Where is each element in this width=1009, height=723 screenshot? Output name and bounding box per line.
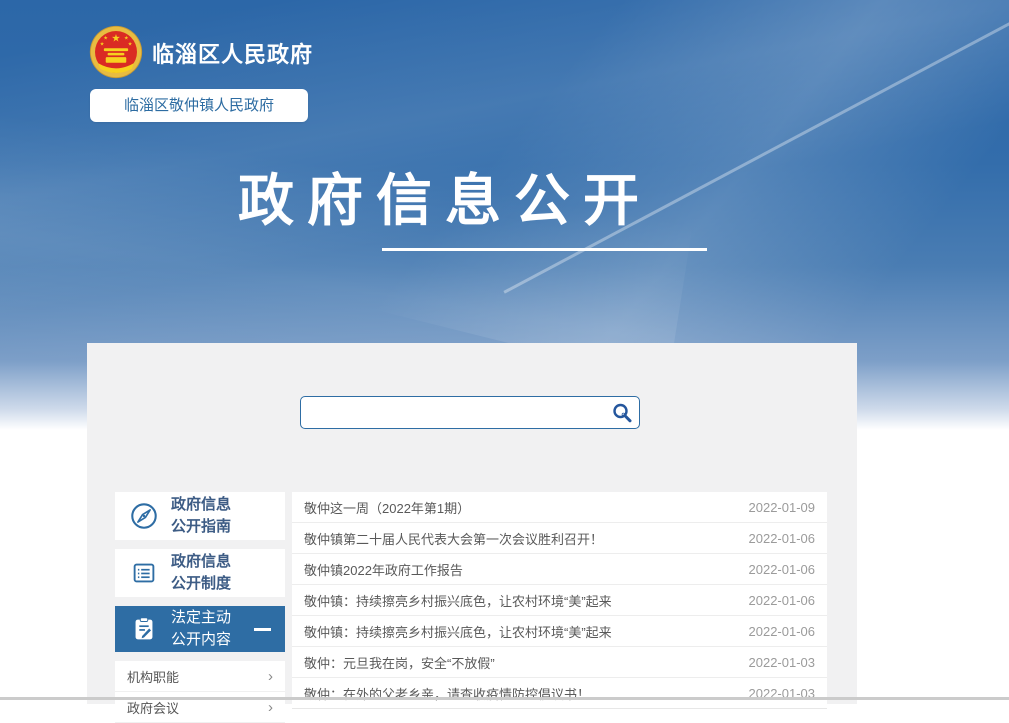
clipboard-edit-icon: [129, 614, 159, 644]
news-date: 2022-01-03: [749, 655, 816, 670]
news-row[interactable]: 敬仲这一周（2022年第1期） 2022-01-09: [292, 492, 827, 523]
submenu-item-label: 政府会议: [127, 698, 179, 717]
svg-text:★: ★: [128, 41, 133, 47]
search-icon: [611, 402, 633, 424]
news-title[interactable]: 敬仲镇：持续擦亮乡村振兴底色，让农村环境“美”起来: [304, 622, 612, 641]
national-emblem-icon: ★ ★ ★ ★ ★: [88, 24, 144, 80]
news-title[interactable]: 敬仲这一周（2022年第1期）: [304, 498, 470, 517]
search-button[interactable]: [605, 397, 639, 428]
news-row[interactable]: 敬仲：元旦我在岗，安全“不放假” 2022-01-03: [292, 647, 827, 678]
sidebar-item-rules[interactable]: 政府信息 公开制度: [115, 549, 285, 597]
news-title[interactable]: 敬仲：元旦我在岗，安全“不放假”: [304, 653, 495, 672]
news-list: 敬仲这一周（2022年第1期） 2022-01-09 敬仲镇第二十届人民代表大会…: [292, 492, 827, 709]
svg-text:★: ★: [111, 34, 120, 45]
news-date: 2022-01-09: [749, 500, 816, 515]
news-title[interactable]: 敬仲镇2022年政府工作报告: [304, 560, 463, 579]
submenu-item[interactable]: 机构职能 ›: [115, 661, 285, 692]
banner-streak: [503, 9, 1009, 293]
sidebar-item-label: 法定主动 公开内容: [171, 607, 231, 651]
chevron-right-icon: ›: [268, 699, 273, 716]
news-row[interactable]: 敬仲镇2022年政府工作报告 2022-01-06: [292, 554, 827, 585]
news-row[interactable]: 敬仲镇第二十届人民代表大会第一次会议胜利召开！ 2022-01-06: [292, 523, 827, 554]
sub-site-button[interactable]: 临淄区敬仲镇人民政府: [90, 89, 308, 122]
sidebar-item-label: 政府信息 公开指南: [171, 494, 231, 538]
svg-text:★: ★: [103, 35, 108, 41]
news-row[interactable]: 敬仲镇：持续擦亮乡村振兴底色，让农村环境“美”起来 2022-01-06: [292, 585, 827, 616]
news-title[interactable]: 敬仲镇：持续擦亮乡村振兴底色，让农村环境“美”起来: [304, 591, 612, 610]
news-row[interactable]: 敬仲镇：持续擦亮乡村振兴底色，让农村环境“美”起来 2022-01-06: [292, 616, 827, 647]
news-title[interactable]: 敬仲镇第二十届人民代表大会第一次会议胜利召开！: [304, 529, 603, 548]
news-date: 2022-01-06: [749, 593, 816, 608]
title-underline: [382, 248, 707, 251]
svg-text:★: ★: [100, 41, 105, 47]
site-title[interactable]: 临淄区人民政府: [152, 37, 313, 69]
news-date: 2022-01-06: [749, 624, 816, 639]
search-input[interactable]: [301, 397, 605, 428]
submenu-item-label: 机构职能: [127, 667, 179, 686]
sidebar-item-legal-disclosure[interactable]: 法定主动 公开内容: [115, 606, 285, 652]
collapse-minus-icon: [254, 628, 271, 631]
news-date: 2022-01-06: [749, 562, 816, 577]
chevron-right-icon: ›: [268, 668, 273, 685]
sidebar: 政府信息 公开指南 政府信息 公开制度: [115, 492, 285, 723]
news-row[interactable]: 敬仲：在外的父老乡亲，请查收疫情防控倡议书！ 2022-01-03: [292, 678, 827, 709]
sidebar-item-guide[interactable]: 政府信息 公开指南: [115, 492, 285, 540]
sidebar-submenu: 机构职能 › 政府会议 ›: [115, 661, 285, 723]
news-date: 2022-01-06: [749, 531, 816, 546]
page-title: 政府信息公开: [0, 156, 890, 237]
compass-icon: [129, 501, 159, 531]
sidebar-item-label: 政府信息 公开制度: [171, 551, 231, 595]
document-icon: [129, 558, 159, 588]
viewport-bottom-edge: [0, 697, 1009, 700]
svg-text:★: ★: [124, 35, 129, 41]
search-box: [300, 396, 640, 429]
